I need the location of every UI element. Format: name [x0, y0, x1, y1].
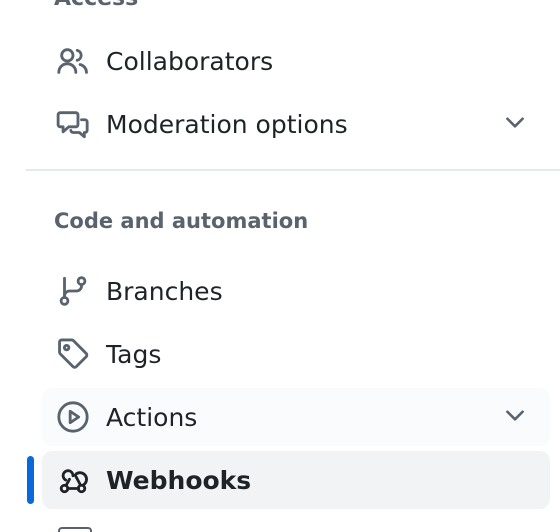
sidebar-item-label: Webhooks — [106, 465, 252, 495]
sidebar-item-tags[interactable]: Tags — [42, 325, 550, 383]
webhook-icon — [56, 462, 92, 498]
chevron-down-icon[interactable] — [502, 109, 532, 139]
tag-icon — [56, 336, 92, 372]
comment-discussion-icon — [56, 106, 92, 142]
git-branch-icon — [56, 273, 92, 309]
section-divider — [26, 169, 560, 171]
sidebar-item-actions[interactable]: Actions — [42, 388, 550, 446]
sidebar-item-webhooks[interactable]: Webhooks — [42, 451, 550, 509]
play-icon — [56, 399, 92, 435]
next-item-icon — [58, 527, 92, 532]
active-indicator — [27, 456, 34, 504]
people-icon — [56, 43, 92, 79]
sidebar-item-label: Actions — [106, 402, 198, 432]
settings-sidebar: Access Collaborators Moderation options … — [0, 0, 560, 532]
chevron-down-icon[interactable] — [502, 402, 532, 432]
sidebar-item-collaborators[interactable]: Collaborators — [42, 32, 550, 90]
sidebar-item-moderation-options[interactable]: Moderation options — [42, 95, 550, 153]
section-heading-access: Access — [54, 0, 138, 11]
section-heading-code-automation: Code and automation — [54, 209, 309, 233]
sidebar-item-label: Collaborators — [106, 46, 274, 76]
sidebar-item-label: Moderation options — [106, 109, 348, 139]
sidebar-item-label: Tags — [106, 339, 162, 369]
sidebar-item-branches[interactable]: Branches — [42, 262, 550, 320]
sidebar-item-label: Branches — [106, 276, 223, 306]
